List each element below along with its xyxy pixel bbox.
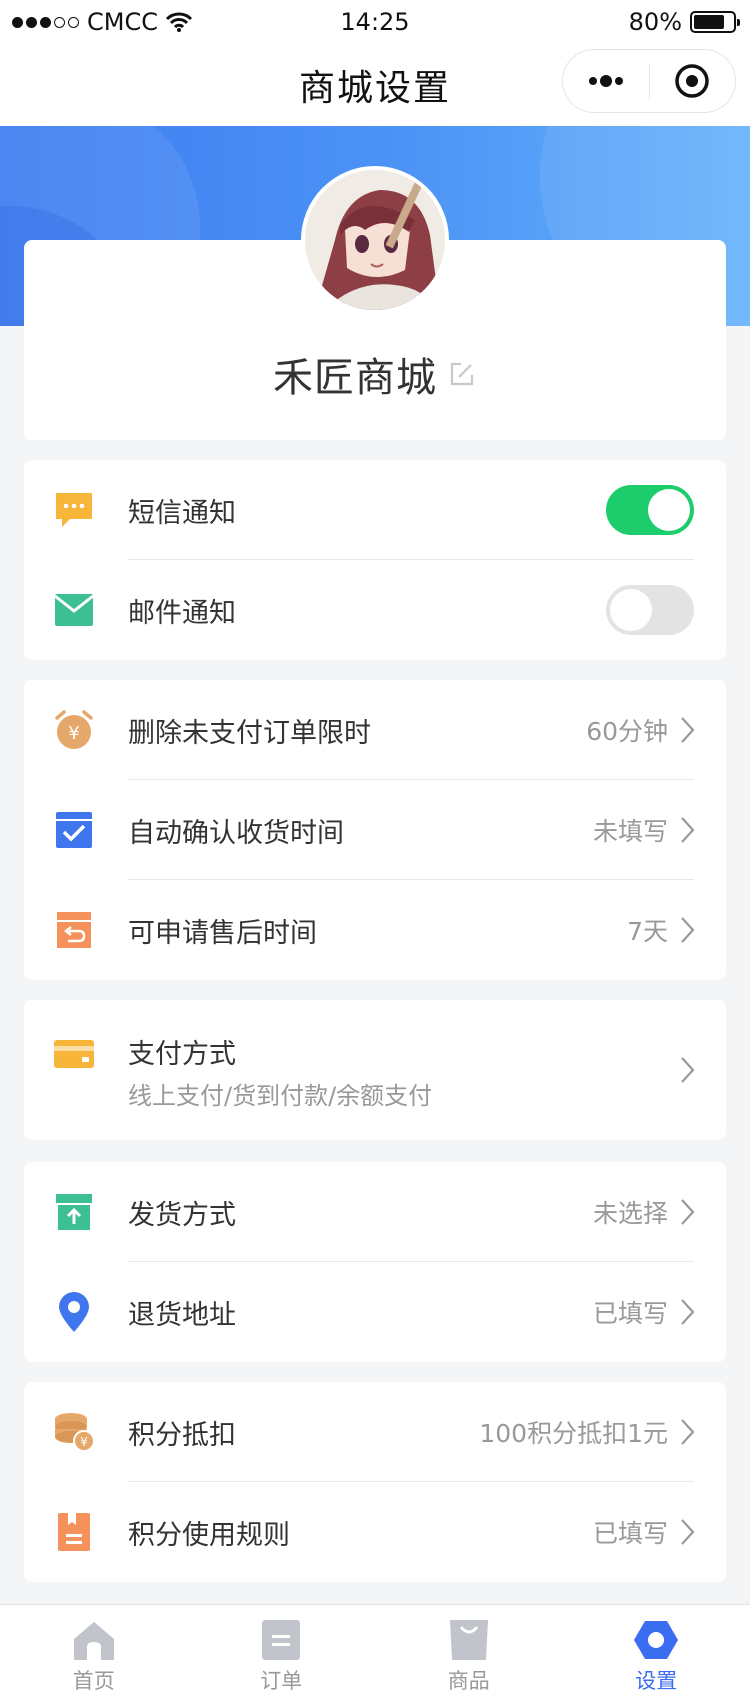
tab-products-label: 商品 <box>447 1669 490 1693</box>
chevron-right-icon <box>681 1419 695 1445</box>
tab-home-label: 首页 <box>72 1669 115 1693</box>
more-button[interactable] <box>563 50 649 112</box>
return-address-row[interactable]: 退货地址 已填写 <box>24 1262 726 1362</box>
points-deduct-value: 100积分抵扣1元 <box>479 1419 668 1448</box>
battery-level <box>694 15 725 29</box>
status-right: 80% <box>628 8 740 36</box>
points-card: ¥ 积分抵扣 100积分抵扣1元 积分使用规则 已填写 <box>24 1382 726 1582</box>
svg-text:¥: ¥ <box>68 723 79 744</box>
payment-card: 支付方式 线上支付/货到付款/余额支付 <box>24 1000 726 1140</box>
auto-confirm-row[interactable]: 自动确认收货时间 未填写 <box>24 780 726 880</box>
unpaid-timeout-value: 60分钟 <box>586 717 668 746</box>
notifications-card: 短信通知 邮件通知 <box>24 460 726 660</box>
after-sale-row[interactable]: 可申请售后时间 7天 <box>24 880 726 980</box>
ship-method-value: 未选择 <box>592 1199 668 1228</box>
avatar-illustration <box>305 170 445 310</box>
sms-icon <box>52 488 96 532</box>
ship-method-row[interactable]: 发货方式 未选择 <box>24 1162 726 1262</box>
nav-bar: 商城设置 <box>0 44 750 126</box>
payment-method-label: 支付方式 <box>128 1039 236 1070</box>
after-sale-value: 7天 <box>627 917 668 946</box>
tab-home[interactable]: 首页 <box>0 1605 188 1700</box>
location-pin-icon <box>52 1290 96 1334</box>
delivery-card: 发货方式 未选择 退货地址 已填写 <box>24 1162 726 1362</box>
home-icon <box>73 1622 114 1660</box>
order-settings-card: ¥ 删除未支付订单限时 60分钟 自动确认收货时间 未填写 可申请售后时间 7天 <box>24 680 726 980</box>
svg-text:¥: ¥ <box>80 1435 88 1449</box>
shop-name-row: 禾匠商城 <box>24 345 726 403</box>
return-icon <box>52 908 96 952</box>
sms-notify-label: 短信通知 <box>128 497 236 529</box>
wallet-icon <box>52 1032 96 1076</box>
points-rules-row[interactable]: 积分使用规则 已填写 <box>24 1482 726 1582</box>
page-title: 商城设置 <box>298 68 451 109</box>
shop-avatar[interactable] <box>301 166 449 314</box>
sms-notify-row: 短信通知 <box>24 460 726 560</box>
points-deduct-label: 积分抵扣 <box>128 1419 236 1451</box>
tab-orders[interactable]: 订单 <box>188 1605 376 1700</box>
chevron-right-icon <box>681 1299 695 1325</box>
auto-confirm-label: 自动确认收货时间 <box>128 817 344 849</box>
confirm-box-icon <box>52 808 96 852</box>
tab-settings-label: 设置 <box>635 1669 678 1693</box>
chevron-right-icon <box>681 1199 695 1225</box>
mail-notify-row: 邮件通知 <box>24 560 726 660</box>
tab-settings[interactable]: 设置 <box>563 1605 750 1700</box>
return-address-value: 已填写 <box>592 1299 668 1328</box>
alarm-clock-icon: ¥ <box>52 708 96 752</box>
chevron-right-icon <box>681 1057 695 1083</box>
after-sale-label: 可申请售后时间 <box>128 917 317 949</box>
edit-icon[interactable] <box>447 359 477 389</box>
auto-confirm-value: 未填写 <box>592 817 668 846</box>
mail-icon <box>52 588 96 632</box>
mail-notify-label: 邮件通知 <box>128 597 236 629</box>
battery-percent: 80% <box>628 8 682 36</box>
unpaid-timeout-row[interactable]: ¥ 删除未支付订单限时 60分钟 <box>24 680 726 780</box>
order-icon <box>262 1620 301 1660</box>
payment-method-sub: 线上支付/货到付款/余额支付 <box>128 1082 433 1110</box>
tab-orders-label: 订单 <box>260 1669 303 1693</box>
coins-icon: ¥ <box>52 1410 96 1454</box>
bottom-tab-bar: 首页 订单 商品 设置 <box>0 1604 750 1700</box>
chevron-right-icon <box>681 717 695 743</box>
points-rules-label: 积分使用规则 <box>128 1519 290 1551</box>
shop-name: 禾匠商城 <box>273 355 437 401</box>
chevron-right-icon <box>681 1519 695 1545</box>
sms-notify-toggle[interactable] <box>606 485 694 535</box>
close-program-button[interactable] <box>650 50 736 112</box>
mail-notify-toggle[interactable] <box>606 585 694 635</box>
mini-program-capsule <box>562 49 736 113</box>
unpaid-timeout-label: 删除未支付订单限时 <box>128 717 371 749</box>
settings-hex-icon <box>634 1621 679 1659</box>
bag-icon <box>449 1620 488 1660</box>
ship-box-icon <box>52 1190 96 1234</box>
rules-book-icon <box>52 1510 96 1554</box>
points-deduct-row[interactable]: ¥ 积分抵扣 100积分抵扣1元 <box>24 1382 726 1482</box>
battery-icon <box>690 11 740 33</box>
target-close-icon <box>675 64 709 98</box>
tab-products[interactable]: 商品 <box>375 1605 563 1700</box>
chevron-right-icon <box>681 917 695 943</box>
return-address-label: 退货地址 <box>128 1299 236 1331</box>
more-dots-icon <box>588 75 623 87</box>
points-rules-value: 已填写 <box>592 1519 668 1548</box>
ship-method-label: 发货方式 <box>128 1199 236 1231</box>
chevron-right-icon <box>681 817 695 843</box>
payment-method-row[interactable]: 支付方式 线上支付/货到付款/余额支付 <box>24 1000 726 1140</box>
status-bar: CMCC 14:25 80% <box>0 0 750 44</box>
